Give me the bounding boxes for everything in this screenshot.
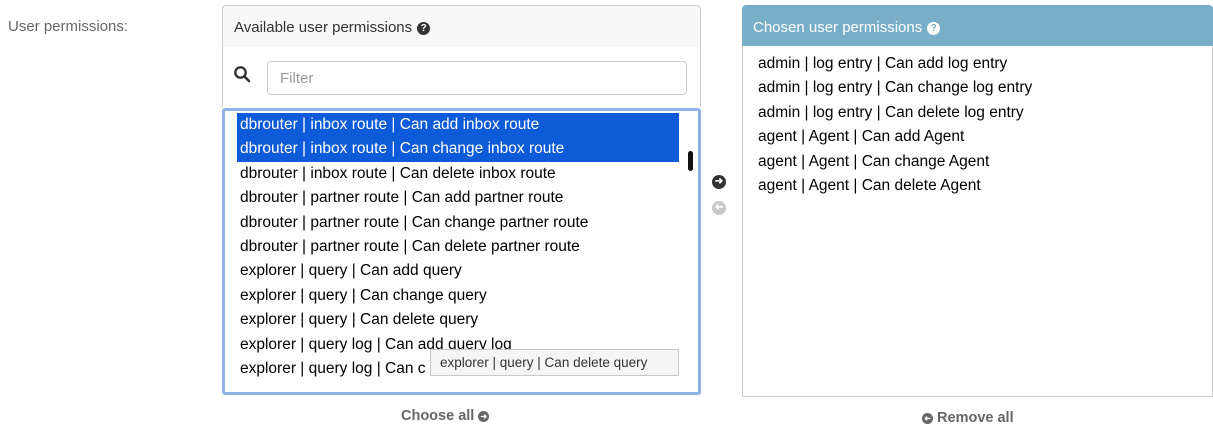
chosen-option[interactable]: agent | Agent | Can change Agent bbox=[758, 150, 1032, 174]
available-option[interactable]: dbrouter | partner route | Can change pa… bbox=[237, 211, 679, 235]
remove-selected-icon[interactable]: ➜ bbox=[712, 201, 726, 215]
available-permissions-header: Available user permissions? bbox=[222, 5, 701, 48]
chosen-permissions-panel: Chosen user permissions? admin | log ent… bbox=[742, 5, 1213, 397]
help-icon: ? bbox=[927, 22, 941, 35]
chosen-option[interactable]: admin | log entry | Can change log entry bbox=[758, 76, 1032, 100]
chosen-permissions-select[interactable]: admin | log entry | Can add log entry adm… bbox=[742, 46, 1213, 397]
remove-all-button[interactable]: ➜ Remove all bbox=[922, 410, 1014, 426]
remove-all-label: Remove all bbox=[937, 410, 1014, 426]
available-option[interactable]: dbrouter | inbox route | Can change inbo… bbox=[237, 137, 679, 162]
available-option[interactable]: dbrouter | inbox route | Can delete inbo… bbox=[237, 162, 679, 186]
chosen-option[interactable]: admin | log entry | Can delete log entry bbox=[758, 101, 1032, 125]
available-option[interactable]: dbrouter | inbox route | Can add inbox r… bbox=[237, 113, 679, 138]
available-permissions-panel: Available user permissions? dbrouter | i… bbox=[222, 5, 701, 395]
scrollbar-thumb[interactable] bbox=[688, 151, 693, 171]
arrow-left-circle-icon: ➜ bbox=[922, 413, 933, 424]
available-option[interactable]: explorer | query | Can delete query bbox=[237, 308, 679, 332]
chosen-permissions-header: Chosen user permissions? bbox=[742, 5, 1213, 46]
available-options-list: dbrouter | inbox route | Can add inbox r… bbox=[237, 113, 679, 381]
help-icon: ? bbox=[417, 22, 431, 35]
tooltip: explorer | query | Can delete query bbox=[430, 349, 679, 376]
chosen-permissions-title: Chosen user permissions bbox=[753, 19, 923, 36]
chosen-option[interactable]: admin | log entry | Can add log entry bbox=[758, 52, 1032, 76]
chosen-option[interactable]: agent | Agent | Can add Agent bbox=[758, 125, 1032, 149]
user-permissions-label: User permissions: bbox=[8, 18, 129, 35]
chosen-option[interactable]: agent | Agent | Can delete Agent bbox=[758, 174, 1032, 198]
choose-all-label: Choose all bbox=[401, 408, 475, 424]
available-option[interactable]: dbrouter | partner route | Can delete pa… bbox=[237, 235, 679, 259]
available-option[interactable]: dbrouter | partner route | Can add partn… bbox=[237, 186, 679, 210]
available-option[interactable]: explorer | query | Can add query bbox=[237, 259, 679, 283]
search-icon bbox=[234, 66, 251, 83]
filter-input[interactable] bbox=[267, 61, 687, 95]
add-selected-icon[interactable]: ➜ bbox=[712, 175, 726, 189]
arrow-right-circle-icon: ➜ bbox=[478, 411, 490, 422]
chosen-options-list: admin | log entry | Can add log entry adm… bbox=[758, 52, 1032, 198]
filter-row bbox=[222, 47, 701, 107]
available-permissions-title: Available user permissions bbox=[234, 19, 413, 36]
available-option[interactable]: explorer | query | Can change query bbox=[237, 284, 679, 308]
choose-all-button[interactable]: Choose all ➜ bbox=[401, 408, 490, 424]
